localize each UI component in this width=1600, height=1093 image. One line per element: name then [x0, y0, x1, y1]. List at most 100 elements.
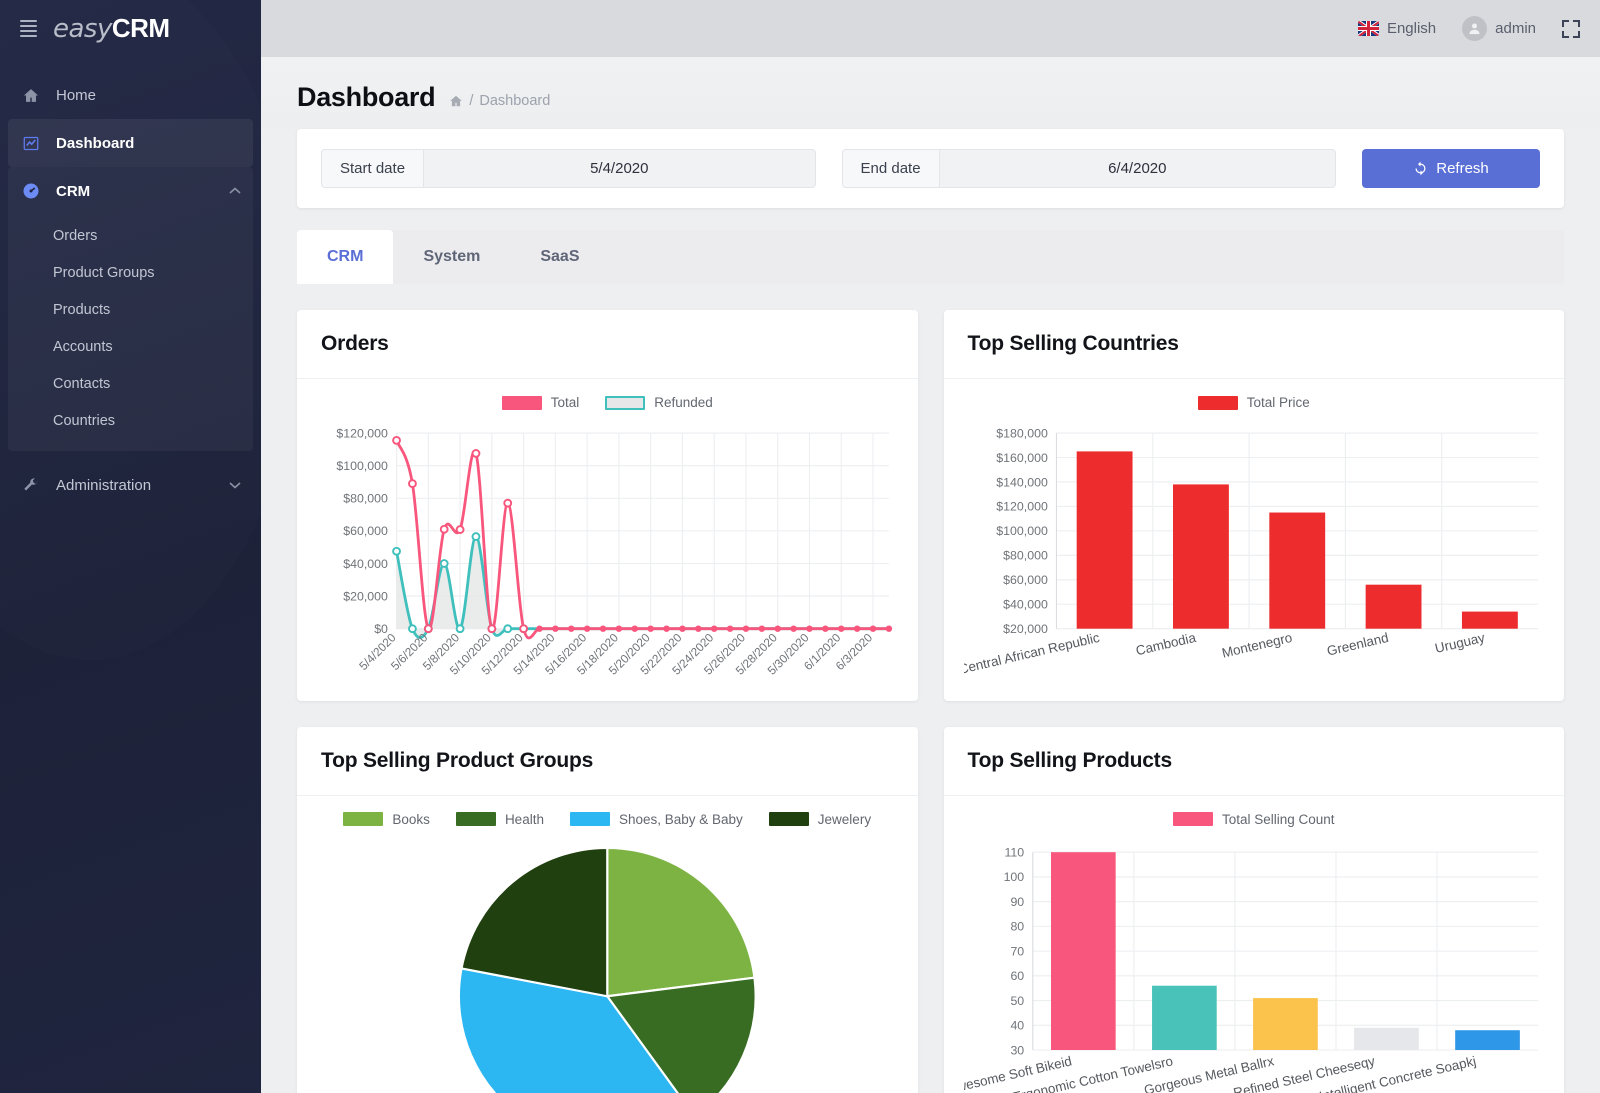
- sidebar-item-label-crm: CRM: [56, 183, 90, 200]
- charts-grid: Orders Total Refunded: [297, 310, 1564, 1093]
- svg-text:$60,000: $60,000: [343, 524, 388, 538]
- sidebar-group-crm: CRM Orders Product Groups Products Accou…: [8, 167, 253, 451]
- dashboard-gauge-icon: [20, 182, 42, 200]
- svg-text:Montenegro: Montenegro: [1220, 630, 1293, 661]
- app-root: easyCRM Home Dashboard: [0, 0, 1600, 1093]
- sidebar-item-label-orders: Orders: [53, 228, 97, 244]
- tabs-container: CRM System SaaS: [297, 230, 1564, 284]
- end-date-label: End date: [842, 149, 939, 188]
- card-product-groups-body: Books Health Shoes, Baby & Baby: [297, 796, 918, 1093]
- legend-label-total-price: Total Price: [1247, 395, 1310, 410]
- sidebar-item-accounts[interactable]: Accounts: [8, 328, 253, 365]
- orders-legend: Total Refunded: [317, 395, 898, 410]
- sidebar-item-label-dashboard: Dashboard: [56, 135, 134, 152]
- legend-swatch-health: [456, 812, 496, 826]
- sidebar-item-product-groups[interactable]: Product Groups: [8, 254, 253, 291]
- svg-text:Uruguay: Uruguay: [1433, 630, 1486, 656]
- start-date-field: Start date: [321, 149, 816, 188]
- legend-swatch-jewelery: [769, 812, 809, 826]
- home-icon: [20, 87, 42, 104]
- svg-text:40: 40: [1010, 1018, 1024, 1032]
- tab-saas[interactable]: SaaS: [510, 230, 609, 284]
- start-date-input[interactable]: [423, 149, 815, 188]
- content-area: Start date End date Refresh CRM: [261, 129, 1600, 1093]
- tab-crm[interactable]: CRM: [297, 230, 393, 284]
- svg-text:30: 30: [1010, 1043, 1024, 1057]
- svg-text:$20,000: $20,000: [343, 589, 388, 603]
- language-selector[interactable]: English: [1358, 20, 1436, 37]
- sidebar-item-dashboard[interactable]: Dashboard: [8, 119, 253, 167]
- svg-text:$40,000: $40,000: [343, 557, 388, 571]
- brand-logo[interactable]: easyCRM: [53, 15, 170, 42]
- legend-swatch-books: [343, 812, 383, 826]
- legend-label-total: Total: [551, 395, 580, 410]
- svg-text:Greenland: Greenland: [1325, 630, 1389, 659]
- card-products-body: Total Selling Count 30405060708090100110…: [944, 796, 1565, 1093]
- legend-item-health[interactable]: Health: [456, 812, 544, 827]
- sidebar-item-countries[interactable]: Countries: [8, 402, 253, 439]
- sidebar-item-products[interactable]: Products: [8, 291, 253, 328]
- sidebar-nav: Home Dashboard CRM: [0, 71, 261, 509]
- legend-label-books: Books: [392, 812, 430, 827]
- legend-item-total-price[interactable]: Total Price: [1198, 395, 1310, 410]
- svg-text:$80,000: $80,000: [1003, 549, 1048, 563]
- products-chart-svg: 30405060708090100110Awesome Soft BikeidE…: [964, 835, 1545, 1093]
- legend-swatch-total-price: [1198, 396, 1238, 410]
- refresh-button[interactable]: Refresh: [1362, 149, 1540, 188]
- card-products: Top Selling Products Total Selling Count…: [944, 727, 1565, 1093]
- legend-swatch-refunded: [605, 396, 645, 410]
- sidebar-item-administration[interactable]: Administration: [0, 461, 261, 509]
- legend-item-total[interactable]: Total: [502, 395, 580, 410]
- svg-text:$80,000: $80,000: [343, 492, 388, 506]
- svg-text:$140,000: $140,000: [996, 475, 1048, 489]
- svg-text:Central African Republic: Central African Republic: [964, 630, 1101, 677]
- breadcrumb-home-icon[interactable]: [449, 94, 463, 108]
- tab-system[interactable]: System: [393, 230, 510, 284]
- svg-text:$20,000: $20,000: [1003, 622, 1048, 636]
- countries-chart: $20,000$40,000$60,000$80,000$100,000$120…: [964, 418, 1545, 687]
- avatar: [1462, 16, 1487, 41]
- card-products-header: Top Selling Products: [944, 727, 1565, 796]
- product-groups-chart: [317, 835, 898, 1093]
- legend-label-selling-count: Total Selling Count: [1222, 812, 1335, 827]
- legend-item-books[interactable]: Books: [343, 812, 430, 827]
- refresh-label: Refresh: [1436, 160, 1489, 177]
- svg-text:60: 60: [1010, 969, 1024, 983]
- svg-text:50: 50: [1010, 994, 1024, 1008]
- tabs: CRM System SaaS: [297, 230, 1564, 284]
- sidebar-subnav-crm: Orders Product Groups Products Accounts …: [8, 215, 253, 445]
- fullscreen-expand-icon[interactable]: [1562, 20, 1580, 38]
- products-legend: Total Selling Count: [964, 812, 1545, 827]
- sidebar-item-label-countries: Countries: [53, 413, 115, 429]
- end-date-input[interactable]: [939, 149, 1336, 188]
- sidebar-item-label-accounts: Accounts: [53, 339, 113, 355]
- card-countries: Top Selling Countries Total Price $20,00…: [944, 310, 1565, 701]
- sidebar-item-crm[interactable]: CRM: [8, 167, 253, 215]
- countries-chart-svg: $20,000$40,000$60,000$80,000$100,000$120…: [964, 418, 1545, 687]
- main-content: English admin Dashboard / Dashboard: [261, 0, 1600, 1093]
- legend-item-shoes[interactable]: Shoes, Baby & Baby: [570, 812, 743, 827]
- sidebar-item-orders[interactable]: Orders: [8, 217, 253, 254]
- svg-text:$100,000: $100,000: [336, 459, 388, 473]
- sidebar-item-contacts[interactable]: Contacts: [8, 365, 253, 402]
- user-menu[interactable]: admin: [1462, 16, 1536, 41]
- svg-text:$60,000: $60,000: [1003, 573, 1048, 587]
- card-product-groups-title: Top Selling Product Groups: [321, 749, 894, 773]
- sidebar-item-label-products: Products: [53, 302, 110, 318]
- tab-saas-label: SaaS: [540, 248, 579, 265]
- legend-item-refunded[interactable]: Refunded: [605, 395, 713, 410]
- breadcrumb-current: Dashboard: [479, 93, 550, 109]
- brand-easy: easy: [53, 14, 112, 44]
- chevron-up-icon[interactable]: [229, 187, 241, 195]
- card-countries-header: Top Selling Countries: [944, 310, 1565, 379]
- legend-label-refunded: Refunded: [654, 395, 713, 410]
- chevron-down-icon[interactable]: [229, 481, 241, 489]
- breadcrumb-separator: /: [469, 93, 473, 109]
- legend-item-selling-count[interactable]: Total Selling Count: [1173, 812, 1335, 827]
- hamburger-menu-icon[interactable]: [20, 20, 37, 37]
- start-date-label: Start date: [321, 149, 423, 188]
- uk-flag-icon: [1358, 21, 1379, 36]
- legend-item-jewelery[interactable]: Jewelery: [769, 812, 871, 827]
- user-label: admin: [1495, 20, 1536, 37]
- sidebar-item-home[interactable]: Home: [0, 71, 261, 119]
